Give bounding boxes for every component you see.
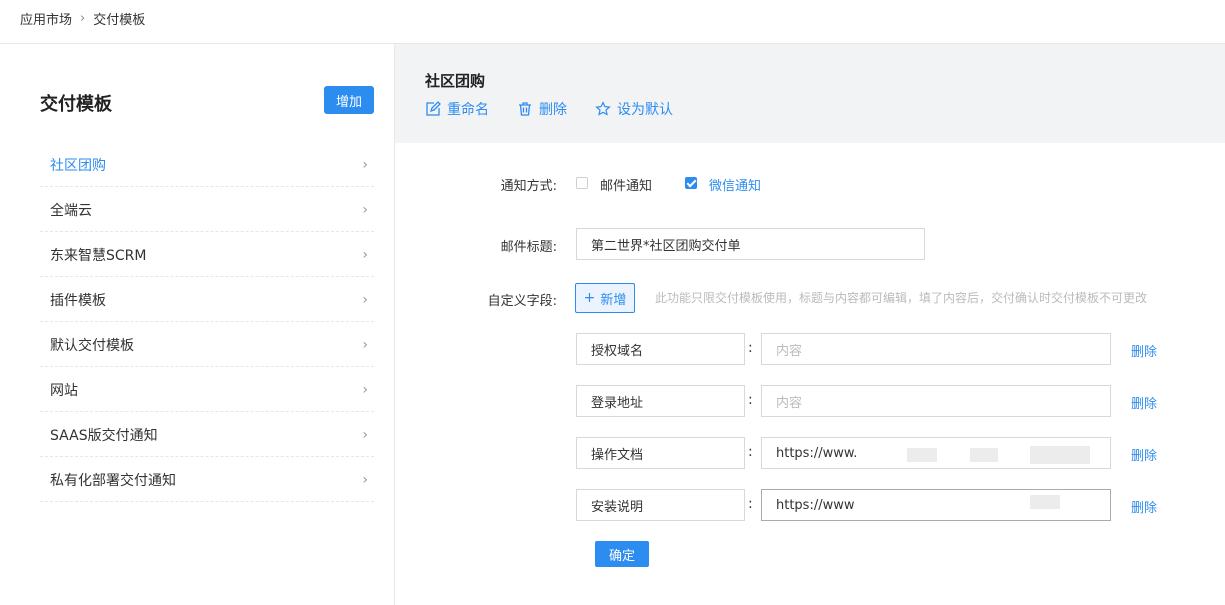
template-item[interactable]: 社区团购 › (40, 143, 374, 187)
template-sidebar: 交付模板 增加 社区团购 › 全端云 › 东来智慧SCRM › 插件模板 › 默认交付模… (0, 44, 395, 605)
sidebar-title: 交付模板 (40, 94, 112, 115)
redacted-block (907, 448, 937, 462)
chevron-right-icon: › (362, 156, 368, 173)
chevron-right-icon: › (80, 11, 86, 26)
star-icon (595, 101, 611, 116)
template-list: 社区团购 › 全端云 › 东来智慧SCRM › 插件模板 › 默认交付模板 › 网站 › S… (40, 143, 374, 503)
delete-field-button[interactable]: 删除 (1131, 393, 1157, 412)
top-bar: 应用市场 › 交付模板 (0, 0, 1225, 44)
template-item-label: SAAS版交付通知 (50, 427, 158, 444)
custom-fields-label: 自定义字段: (487, 294, 557, 309)
template-item-label: 网站 (50, 382, 78, 399)
delete-template-button[interactable]: 删除 (517, 99, 567, 119)
breadcrumb-root[interactable]: 应用市场 (20, 9, 72, 28)
delete-field-button[interactable]: 删除 (1131, 497, 1157, 516)
confirm-button[interactable]: 确定 (595, 541, 649, 567)
delete-field-button[interactable]: 删除 (1131, 445, 1157, 464)
notify-label: 通知方式: (500, 179, 557, 194)
field-value-input[interactable]: 内容 (761, 333, 1111, 365)
redacted-block (1030, 495, 1060, 509)
template-item-label: 东来智慧SCRM (50, 247, 147, 264)
edit-icon (426, 101, 441, 116)
detail-actions: 重命名 删除 设为默认 (425, 99, 673, 119)
template-item-label: 社区团购 (50, 157, 106, 174)
field-name-input[interactable]: 授权域名 (576, 333, 745, 365)
custom-fields-hint: 此功能只限交付模板使用，标题与内容都可编辑，填了内容后，交付确认时交付模板不可更… (655, 291, 1148, 305)
field-colon: : (748, 392, 753, 408)
wechat-notify-label[interactable]: 微信通知 (709, 175, 761, 194)
add-template-button[interactable]: 增加 (324, 86, 374, 114)
template-item[interactable]: SAAS版交付通知 › (40, 413, 374, 457)
delete-template-label: 删除 (539, 102, 567, 118)
add-field-button[interactable]: + 新增 (575, 283, 635, 313)
chevron-right-icon: › (362, 201, 368, 218)
detail-title: 社区团购 (425, 72, 486, 90)
rename-label: 重命名 (447, 102, 489, 118)
field-value-input[interactable]: 内容 (761, 385, 1111, 417)
email-notify-label[interactable]: 邮件通知 (600, 175, 652, 194)
redacted-block (1030, 446, 1090, 464)
wechat-notify-checkbox[interactable] (685, 177, 697, 189)
template-item-label: 私有化部署交付通知 (50, 472, 176, 489)
email-title-input[interactable]: 第二世界*社区团购交付单 (576, 228, 925, 260)
template-item-label: 默认交付模板 (50, 337, 134, 354)
delete-field-button[interactable]: 删除 (1131, 341, 1157, 360)
chevron-right-icon: › (362, 471, 368, 488)
field-name-input[interactable]: 安装说明 (576, 489, 745, 521)
template-item[interactable]: 网站 › (40, 368, 374, 412)
add-field-label: 新增 (600, 292, 627, 308)
template-item[interactable]: 东来智慧SCRM › (40, 233, 374, 277)
field-value-text: https://www (776, 497, 855, 513)
template-item-label: 全端云 (50, 202, 92, 219)
chevron-right-icon: › (362, 381, 368, 398)
field-colon: : (748, 496, 753, 512)
template-item[interactable]: 全端云 › (40, 188, 374, 232)
detail-header: 社区团购 重命名 删除 设为默认 (395, 44, 1225, 143)
field-name-input[interactable]: 操作文档 (576, 437, 745, 469)
set-default-button[interactable]: 设为默认 (595, 99, 673, 119)
redacted-block (970, 448, 998, 462)
plus-icon: + (583, 290, 596, 306)
field-value-text: https://www. (776, 445, 858, 461)
trash-icon (519, 102, 531, 116)
set-default-label: 设为默认 (617, 102, 673, 118)
template-item-label: 插件模板 (50, 292, 106, 309)
template-item[interactable]: 插件模板 › (40, 278, 374, 322)
breadcrumb: 应用市场 › 交付模板 (20, 9, 145, 28)
chevron-right-icon: › (362, 336, 368, 353)
field-colon: : (748, 340, 753, 356)
breadcrumb-current: 交付模板 (93, 13, 146, 28)
template-item[interactable]: 私有化部署交付通知 › (40, 458, 374, 502)
field-name-input[interactable]: 登录地址 (576, 385, 745, 417)
chevron-right-icon: › (362, 246, 368, 263)
field-colon: : (748, 444, 753, 460)
template-item[interactable]: 默认交付模板 › (40, 323, 374, 367)
email-notify-checkbox[interactable] (576, 177, 588, 189)
rename-button[interactable]: 重命名 (425, 99, 489, 119)
chevron-right-icon: › (362, 291, 368, 308)
email-title-label: 邮件标题: (500, 240, 557, 255)
chevron-right-icon: › (362, 426, 368, 443)
